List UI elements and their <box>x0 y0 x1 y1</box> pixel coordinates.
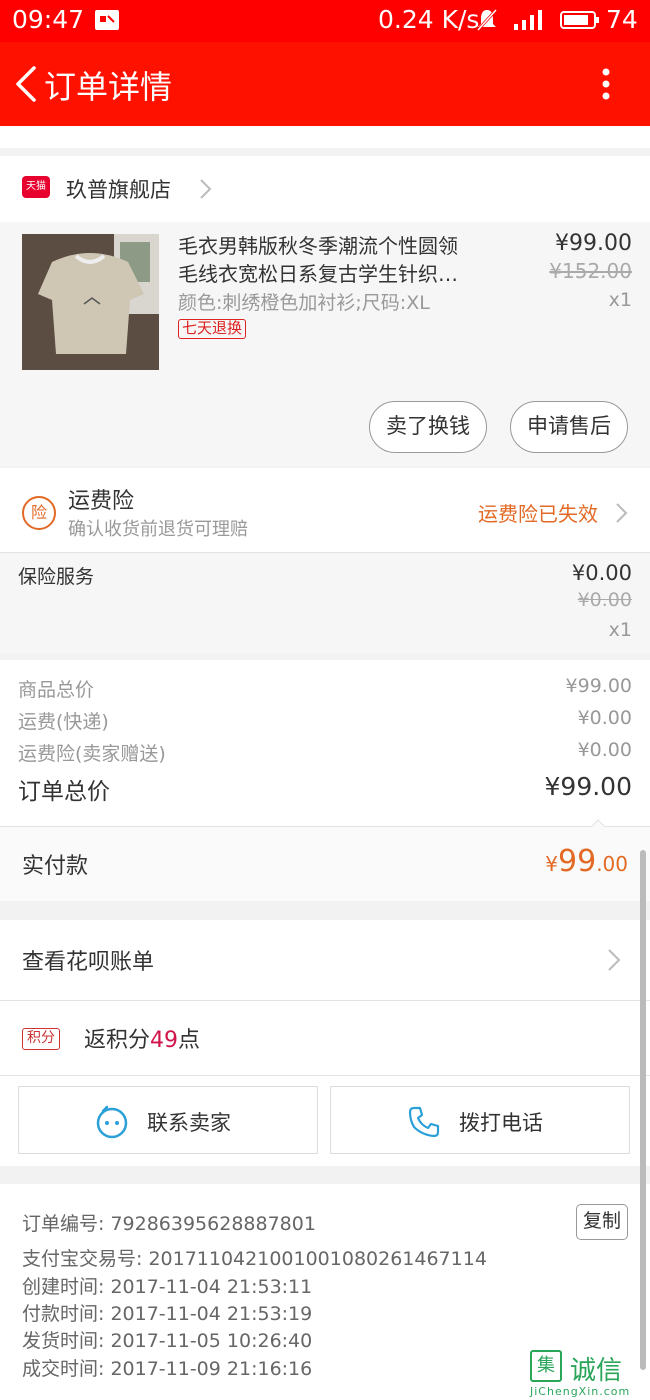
paid-time: 付款时间: 2017-11-04 21:53:19 <box>22 1303 313 1325</box>
product-title-line: 毛衣男韩版秋冬季潮流个性圆领 <box>178 234 458 258</box>
paid-integer: 99 <box>558 844 597 879</box>
insurance-service-row <box>0 553 650 653</box>
chevron-right-icon <box>606 948 622 976</box>
insurance-title: 运费险 <box>68 489 135 514</box>
summary-label: 运费(快递) <box>18 711 109 733</box>
insurance-service-quantity: x1 <box>608 619 632 641</box>
summary-row: 运费险(卖家赠送) ¥0.00 <box>18 739 632 766</box>
notification-icon <box>94 8 120 38</box>
alipay-transaction-number: 支付宝交易号: 2017110421001001080261467114 <box>22 1248 487 1270</box>
shop-name[interactable]: 玖普旗舰店 <box>66 174 171 204</box>
product-thumbnail[interactable] <box>22 234 159 370</box>
mute-icon <box>476 8 498 38</box>
signal-icon <box>512 8 546 38</box>
paid-currency: ¥ <box>545 852 558 876</box>
summary-value: ¥0.00 <box>577 707 632 729</box>
insurance-service-original-price: ¥0.00 <box>577 589 632 611</box>
back-icon[interactable] <box>12 64 40 104</box>
product-title[interactable]: 毛衣男韩版秋冬季潮流个性圆领 毛线衣宽松日系复古学生针织… <box>178 232 488 288</box>
chevron-right-icon <box>614 502 628 528</box>
paid-label: 实付款 <box>22 854 89 879</box>
contact-seller-label: 联系卖家 <box>147 1111 231 1135</box>
page-title: 订单详情 <box>44 68 173 106</box>
after-sale-button[interactable]: 申请售后 <box>510 401 628 453</box>
status-time: 09:47 <box>12 5 85 34</box>
huabei-label[interactable]: 查看花呗账单 <box>22 944 154 976</box>
chevron-right-icon <box>198 178 212 204</box>
top-spacer <box>0 126 650 148</box>
network-speed: 0.24 K/s <box>378 5 480 34</box>
order-total-value: ¥99.00 <box>544 772 632 801</box>
points-prefix: 返积分 <box>84 1028 151 1053</box>
product-sku: 颜色:刺绣橙色加衬衫;尺码:XL <box>178 292 430 314</box>
resell-button[interactable]: 卖了换钱 <box>369 401 487 453</box>
order-total-row: 订单总价 ¥99.00 <box>18 772 632 806</box>
contact-seller-button[interactable]: 联系卖家 <box>18 1086 318 1154</box>
product-title-line: 毛线衣宽松日系复古学生针织… <box>178 262 458 286</box>
product-price: ¥99.00 <box>555 231 632 256</box>
status-bar: 09:47 0.24 K/s 74 <box>0 0 650 42</box>
phone-icon <box>407 1105 441 1143</box>
summary-value: ¥0.00 <box>577 739 632 761</box>
watermark-url: JiChengXin.com <box>530 1385 631 1398</box>
chat-icon <box>95 1105 129 1143</box>
tmall-icon: 天猫 <box>22 176 50 198</box>
return-policy-tag: 七天退换 <box>178 319 247 339</box>
shipped-time: 发货时间: 2017-11-05 10:26:40 <box>22 1330 313 1352</box>
insurance-status[interactable]: 运费险已失效 <box>478 498 598 527</box>
summary-value: ¥99.00 <box>565 675 632 697</box>
summary-label: 商品总价 <box>18 679 95 701</box>
points-suffix: 点 <box>178 1028 201 1053</box>
order-number: 订单编号: 79286395628887801 <box>22 1213 316 1235</box>
scrollbar[interactable] <box>640 850 646 1370</box>
points-number: 49 <box>150 1028 179 1053</box>
summary-label: 运费险(卖家赠送) <box>18 743 166 765</box>
copy-button[interactable]: 复制 <box>576 1204 628 1240</box>
summary-row: 商品总价 ¥99.00 <box>18 675 632 702</box>
battery-icon <box>560 8 600 38</box>
summary-row: 运费(快递) ¥0.00 <box>18 707 632 734</box>
insurance-service-price: ¥0.00 <box>571 561 632 585</box>
completed-time: 成交时间: 2017-11-09 21:16:16 <box>22 1358 313 1380</box>
more-options-icon[interactable] <box>596 64 616 104</box>
nav-bar: 订单详情 <box>0 42 650 126</box>
insurance-icon: 险 <box>22 496 56 530</box>
points-text: 返积分49点 <box>84 1022 200 1054</box>
site-watermark: 集 诚信 JiChengXin.com <box>530 1350 648 1400</box>
call-label: 拨打电话 <box>459 1111 543 1135</box>
paid-decimal: .00 <box>596 852 628 876</box>
watermark-text: 诚信 <box>570 1356 623 1386</box>
insurance-service-label: 保险服务 <box>18 566 95 588</box>
insurance-subtitle: 确认收货前退货可理赔 <box>68 519 248 540</box>
product-original-price: ¥152.00 <box>549 259 632 283</box>
created-time: 创建时间: 2017-11-04 21:53:11 <box>22 1276 313 1298</box>
order-total-label: 订单总价 <box>18 779 110 805</box>
call-button[interactable]: 拨打电话 <box>330 1086 630 1154</box>
battery-level: 74 <box>606 5 638 34</box>
product-quantity: x1 <box>608 289 632 311</box>
watermark-logo: 集 <box>530 1350 562 1382</box>
points-badge: 积分 <box>22 1028 60 1050</box>
paid-amount: ¥99.00 <box>545 844 628 879</box>
